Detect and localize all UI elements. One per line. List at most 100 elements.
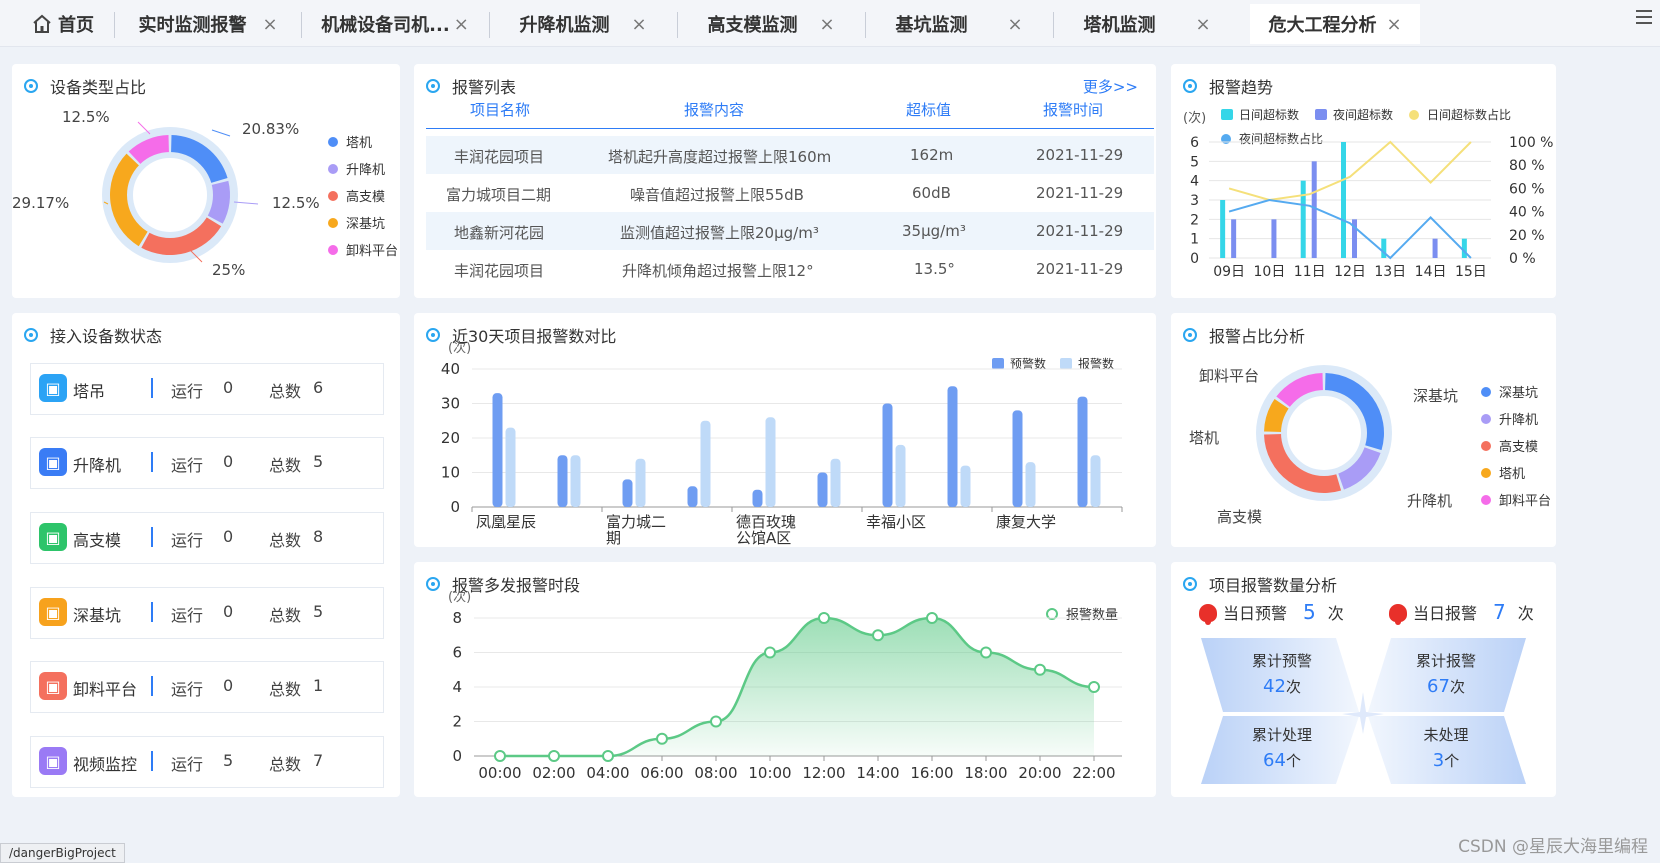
status-url-tooltip: /dangerBigProject [0, 843, 125, 863]
device-status-row[interactable]: ▣ 深基坑 运行 0 总数 5 [30, 587, 384, 639]
table-row[interactable]: 富力城项目二期 噪音值超过报警上限55dB 60dB 2021-11-29 [426, 174, 1154, 212]
table-row[interactable]: 地鑫新河花园 监测值超过报警上限20μg/m³ 35μg/m³ 2021-11-… [426, 212, 1154, 250]
title-ring-icon [24, 328, 38, 342]
legend-item[interactable]: 升降机 [328, 159, 385, 178]
total-label: 总数 [269, 531, 302, 550]
axis-tick-label: 11日 [1294, 264, 1326, 280]
legend-item[interactable]: 升降机 [1481, 409, 1538, 428]
close-icon[interactable]: × [1195, 14, 1210, 35]
total-label: 总数 [269, 382, 302, 401]
panel-title: 报警列表 [426, 74, 516, 98]
table-row[interactable]: 丰润花园项目 升降机倾角超过报警上限12° 13.5° 2021-11-29 [426, 250, 1154, 288]
tab-danger-analysis[interactable]: 危大工程分析 × [1250, 4, 1420, 44]
bar [1341, 142, 1346, 258]
bar [1271, 219, 1277, 258]
axis-tick-label: 0 % [1509, 251, 1536, 267]
close-icon[interactable]: × [1386, 14, 1401, 35]
run-label: 运行 [171, 382, 204, 401]
device-status-row[interactable]: ▣ 卸料平台 运行 0 总数 1 [30, 661, 384, 713]
close-icon[interactable]: × [454, 14, 469, 35]
legend-item[interactable]: 高支模 [1481, 436, 1538, 455]
axis-tick-label: 14:00 [856, 764, 899, 782]
bar [830, 458, 841, 507]
slice-label: 升降机 [1407, 492, 1453, 510]
device-status-row[interactable]: ▣ 塔吊 运行 0 总数 6 [30, 363, 384, 415]
legend-item[interactable]: 卸料平台 [1481, 490, 1551, 509]
divider [151, 751, 153, 771]
axis-tick-label: 40 [441, 360, 460, 378]
camera-icon: ▣ [39, 747, 67, 775]
header-cell: 项目名称 [470, 101, 531, 119]
axis-tick-label: 5 [1190, 154, 1199, 170]
total-value: 8 [313, 527, 324, 546]
panel-title: 接入设备数状态 [24, 323, 162, 347]
total-value: 5 [313, 602, 324, 621]
peak-hours-area-chart: 0 2 4 6 8 00:00 02:00 04:00 06:00 08:00 10:00 12:00… [452, 609, 1122, 782]
device-status-row[interactable]: ▣ 升降机 运行 0 总数 5 [30, 437, 384, 489]
total-label: 总数 [269, 456, 302, 475]
axis-tick-label: 凤凰星辰 [476, 513, 536, 531]
elevator-icon: ▣ [39, 448, 67, 476]
close-icon[interactable]: × [819, 14, 834, 35]
total-value: 7 [313, 751, 324, 770]
tab-tower-crane[interactable]: 塔机监测 × [1054, 4, 1240, 44]
divider [151, 378, 153, 398]
bar [1311, 161, 1317, 258]
close-icon[interactable]: × [631, 14, 646, 35]
bar [1432, 238, 1438, 258]
legend-item[interactable]: 塔机 [1481, 463, 1525, 482]
peak-hours-panel: 报警多发报警时段 (次) 报警数量 0 2 4 6 8 00:00 02:00 04:00 06… [414, 562, 1156, 797]
device-name: 视频监控 [73, 755, 138, 774]
project-stats-panel: 项目报警数量分析 当日预警 5 次 当日报警 7 次 累计预警 42次 累计报警… [1171, 562, 1556, 797]
total-value: 6 [313, 378, 324, 397]
tab-bar: 首页 实时监测报警 × 机械设备司机... × 升降机监测 × 高支模监测 × … [0, 0, 1660, 47]
tab-home[interactable]: 首页 [22, 4, 104, 44]
menu-icon[interactable] [1636, 10, 1652, 24]
device-status-row[interactable]: ▣ 高支模 运行 0 总数 8 [30, 512, 384, 564]
tab-driver[interactable]: 机械设备司机... × [302, 4, 488, 44]
axis-tick-label: 14日 [1415, 264, 1447, 280]
tab-realtime-alarm[interactable]: 实时监测报警 × [115, 4, 301, 44]
tab-foundation[interactable]: 基坑监测 × [866, 4, 1052, 44]
bar [1220, 200, 1226, 258]
close-icon[interactable]: × [262, 14, 277, 35]
axis-tick-label: 13日 [1374, 264, 1406, 280]
device-name: 塔吊 [73, 382, 106, 401]
tab-label: 基坑监测 [895, 15, 968, 36]
data-point [548, 750, 560, 762]
axis-tick-label: 80 % [1509, 158, 1545, 174]
axis-tick-label: 6 [452, 644, 462, 662]
bar [557, 455, 568, 507]
legend-item[interactable]: 高支模 [328, 186, 385, 205]
bar [752, 489, 763, 507]
slice-label: 20.83% [242, 120, 300, 138]
device-status-row[interactable]: ▣ 视频监控 运行 5 总数 7 [30, 736, 384, 788]
bar [1012, 410, 1023, 507]
slice-label: 卸料平台 [1199, 367, 1260, 385]
tab-label: 危大工程分析 [1268, 15, 1377, 36]
compare30-panel: 近30天项目报警数对比 (次) 预警数 报警数 0 10 20 30 40 凤凰星辰 富力城… [414, 313, 1156, 547]
table-header: 项目名称 报警内容 超标值 报警时间 [426, 99, 1154, 129]
data-point [1088, 681, 1100, 693]
axis-tick-label: 期 [606, 529, 621, 547]
legend-item[interactable]: 塔机 [328, 132, 372, 151]
run-label: 运行 [171, 680, 204, 699]
total-label: 总数 [269, 606, 302, 625]
bar [882, 403, 893, 507]
legend-item[interactable]: 深基坑 [328, 213, 385, 232]
legend-item[interactable]: 卸料平台 [328, 240, 398, 259]
table-row[interactable]: 丰润花园项目 塔机起升高度超过报警上限160m 162m 2021-11-29 [426, 136, 1154, 174]
close-icon[interactable]: × [1007, 14, 1022, 35]
tab-elevator[interactable]: 升降机监测 × [490, 4, 676, 44]
axis-tick-label: 20 % [1509, 228, 1545, 244]
tab-formwork[interactable]: 高支模监测 × [678, 4, 864, 44]
donut-center [1281, 390, 1367, 476]
header-cell: 超标值 [906, 101, 952, 119]
more-link[interactable]: 更多>> [1083, 76, 1138, 97]
device-name: 卸料平台 [73, 680, 138, 699]
home-icon [33, 14, 51, 33]
axis-tick-label: 公馆A区 [736, 529, 791, 547]
legend-item[interactable]: 深基坑 [1481, 382, 1538, 401]
divider [151, 676, 153, 696]
bar [817, 472, 828, 507]
